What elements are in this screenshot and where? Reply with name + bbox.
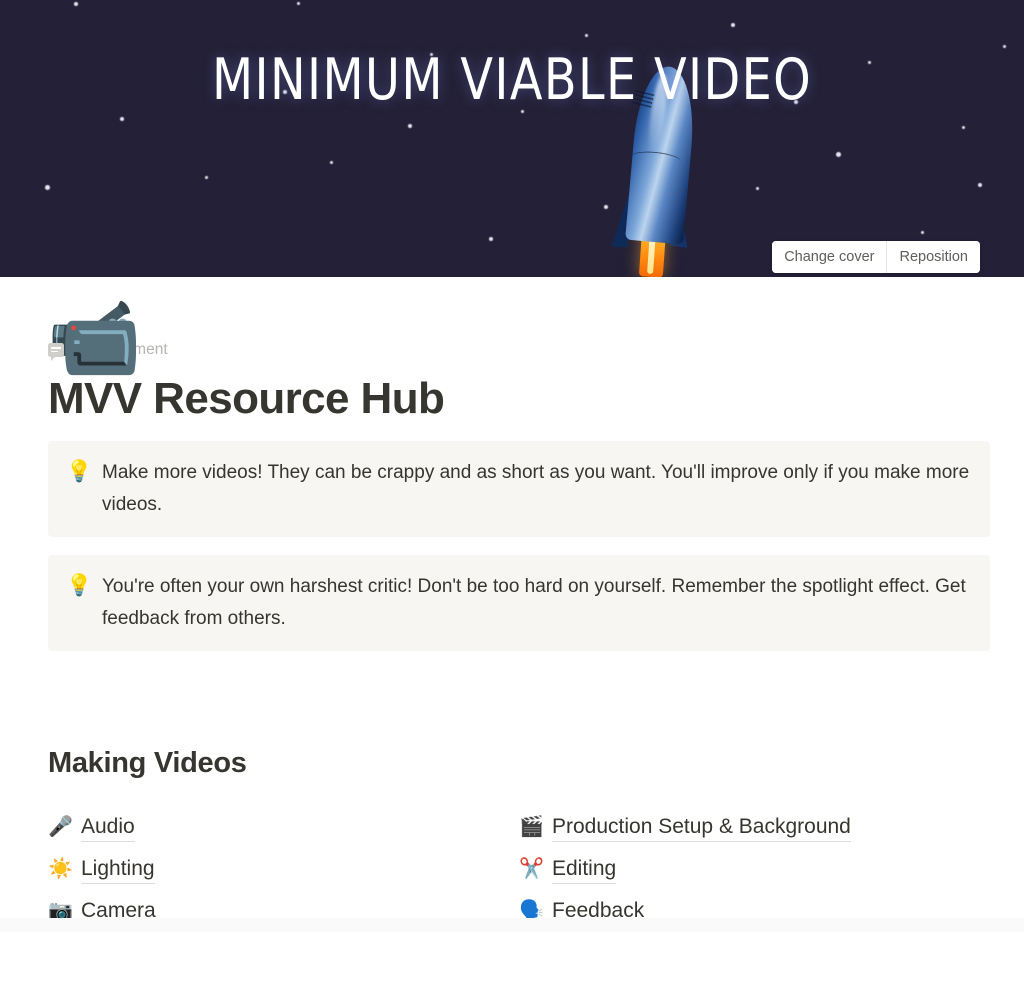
lightbulb-icon: 💡 (66, 460, 93, 484)
page-title: MVV Resource Hub (48, 374, 445, 423)
link-lighting[interactable]: Lighting (81, 855, 155, 885)
left-column: 🎤 Audio ☀️ Lighting 📷 Camera (48, 806, 519, 932)
bottom-edge-strip (0, 918, 1024, 933)
right-column: 🎬 Production Setup & Background ✂️ Editi… (519, 806, 990, 932)
link-columns: 🎤 Audio ☀️ Lighting 📷 Camera 🎬 Productio… (48, 806, 990, 932)
list-item[interactable]: 🎬 Production Setup & Background (519, 806, 990, 848)
cover-title-text: MINIMUM VIABLE VIDEO (211, 47, 813, 113)
link-editing[interactable]: Editing (552, 855, 617, 885)
change-cover-button[interactable]: Change cover (772, 241, 887, 273)
reposition-button[interactable]: Reposition (886, 241, 980, 273)
sun-icon: ☀️ (48, 858, 73, 881)
link-production-setup-background[interactable]: Production Setup & Background (552, 813, 851, 843)
page-cover: MINIMUM VIABLE VIDEO Change cover Reposi… (0, 0, 1024, 277)
callout-text: Make more videos! They can be crappy and… (102, 462, 970, 516)
list-item[interactable]: 🎤 Audio (48, 806, 519, 848)
comment-bubble-icon (48, 343, 64, 361)
cover-controls: Change cover Reposition (772, 241, 980, 273)
page-icon-emoji[interactable]: 📹 (47, 297, 142, 381)
add-comment-button[interactable]: Add comment (48, 339, 990, 361)
list-item[interactable]: ✂️ Editing (519, 848, 990, 890)
callout-block: 💡 Make more videos! They can be crappy a… (48, 441, 990, 538)
callout-text: You're often your own harshest critic! D… (102, 576, 966, 630)
callout-block: 💡 You're often your own harshest critic!… (48, 555, 990, 652)
list-item[interactable]: ☀️ Lighting (48, 848, 519, 890)
section-heading-making-videos: Making Videos (48, 747, 247, 780)
page-content: 📹 Add comment MVV Resource Hub 💡 Make mo… (0, 297, 1024, 933)
lightbulb-icon: 💡 (66, 574, 93, 598)
starfield (0, 0, 1024, 277)
clapper-board-icon: 🎬 (519, 816, 544, 839)
scissors-icon: ✂️ (519, 858, 544, 881)
microphone-icon: 🎤 (48, 816, 73, 839)
link-audio[interactable]: Audio (81, 813, 135, 843)
